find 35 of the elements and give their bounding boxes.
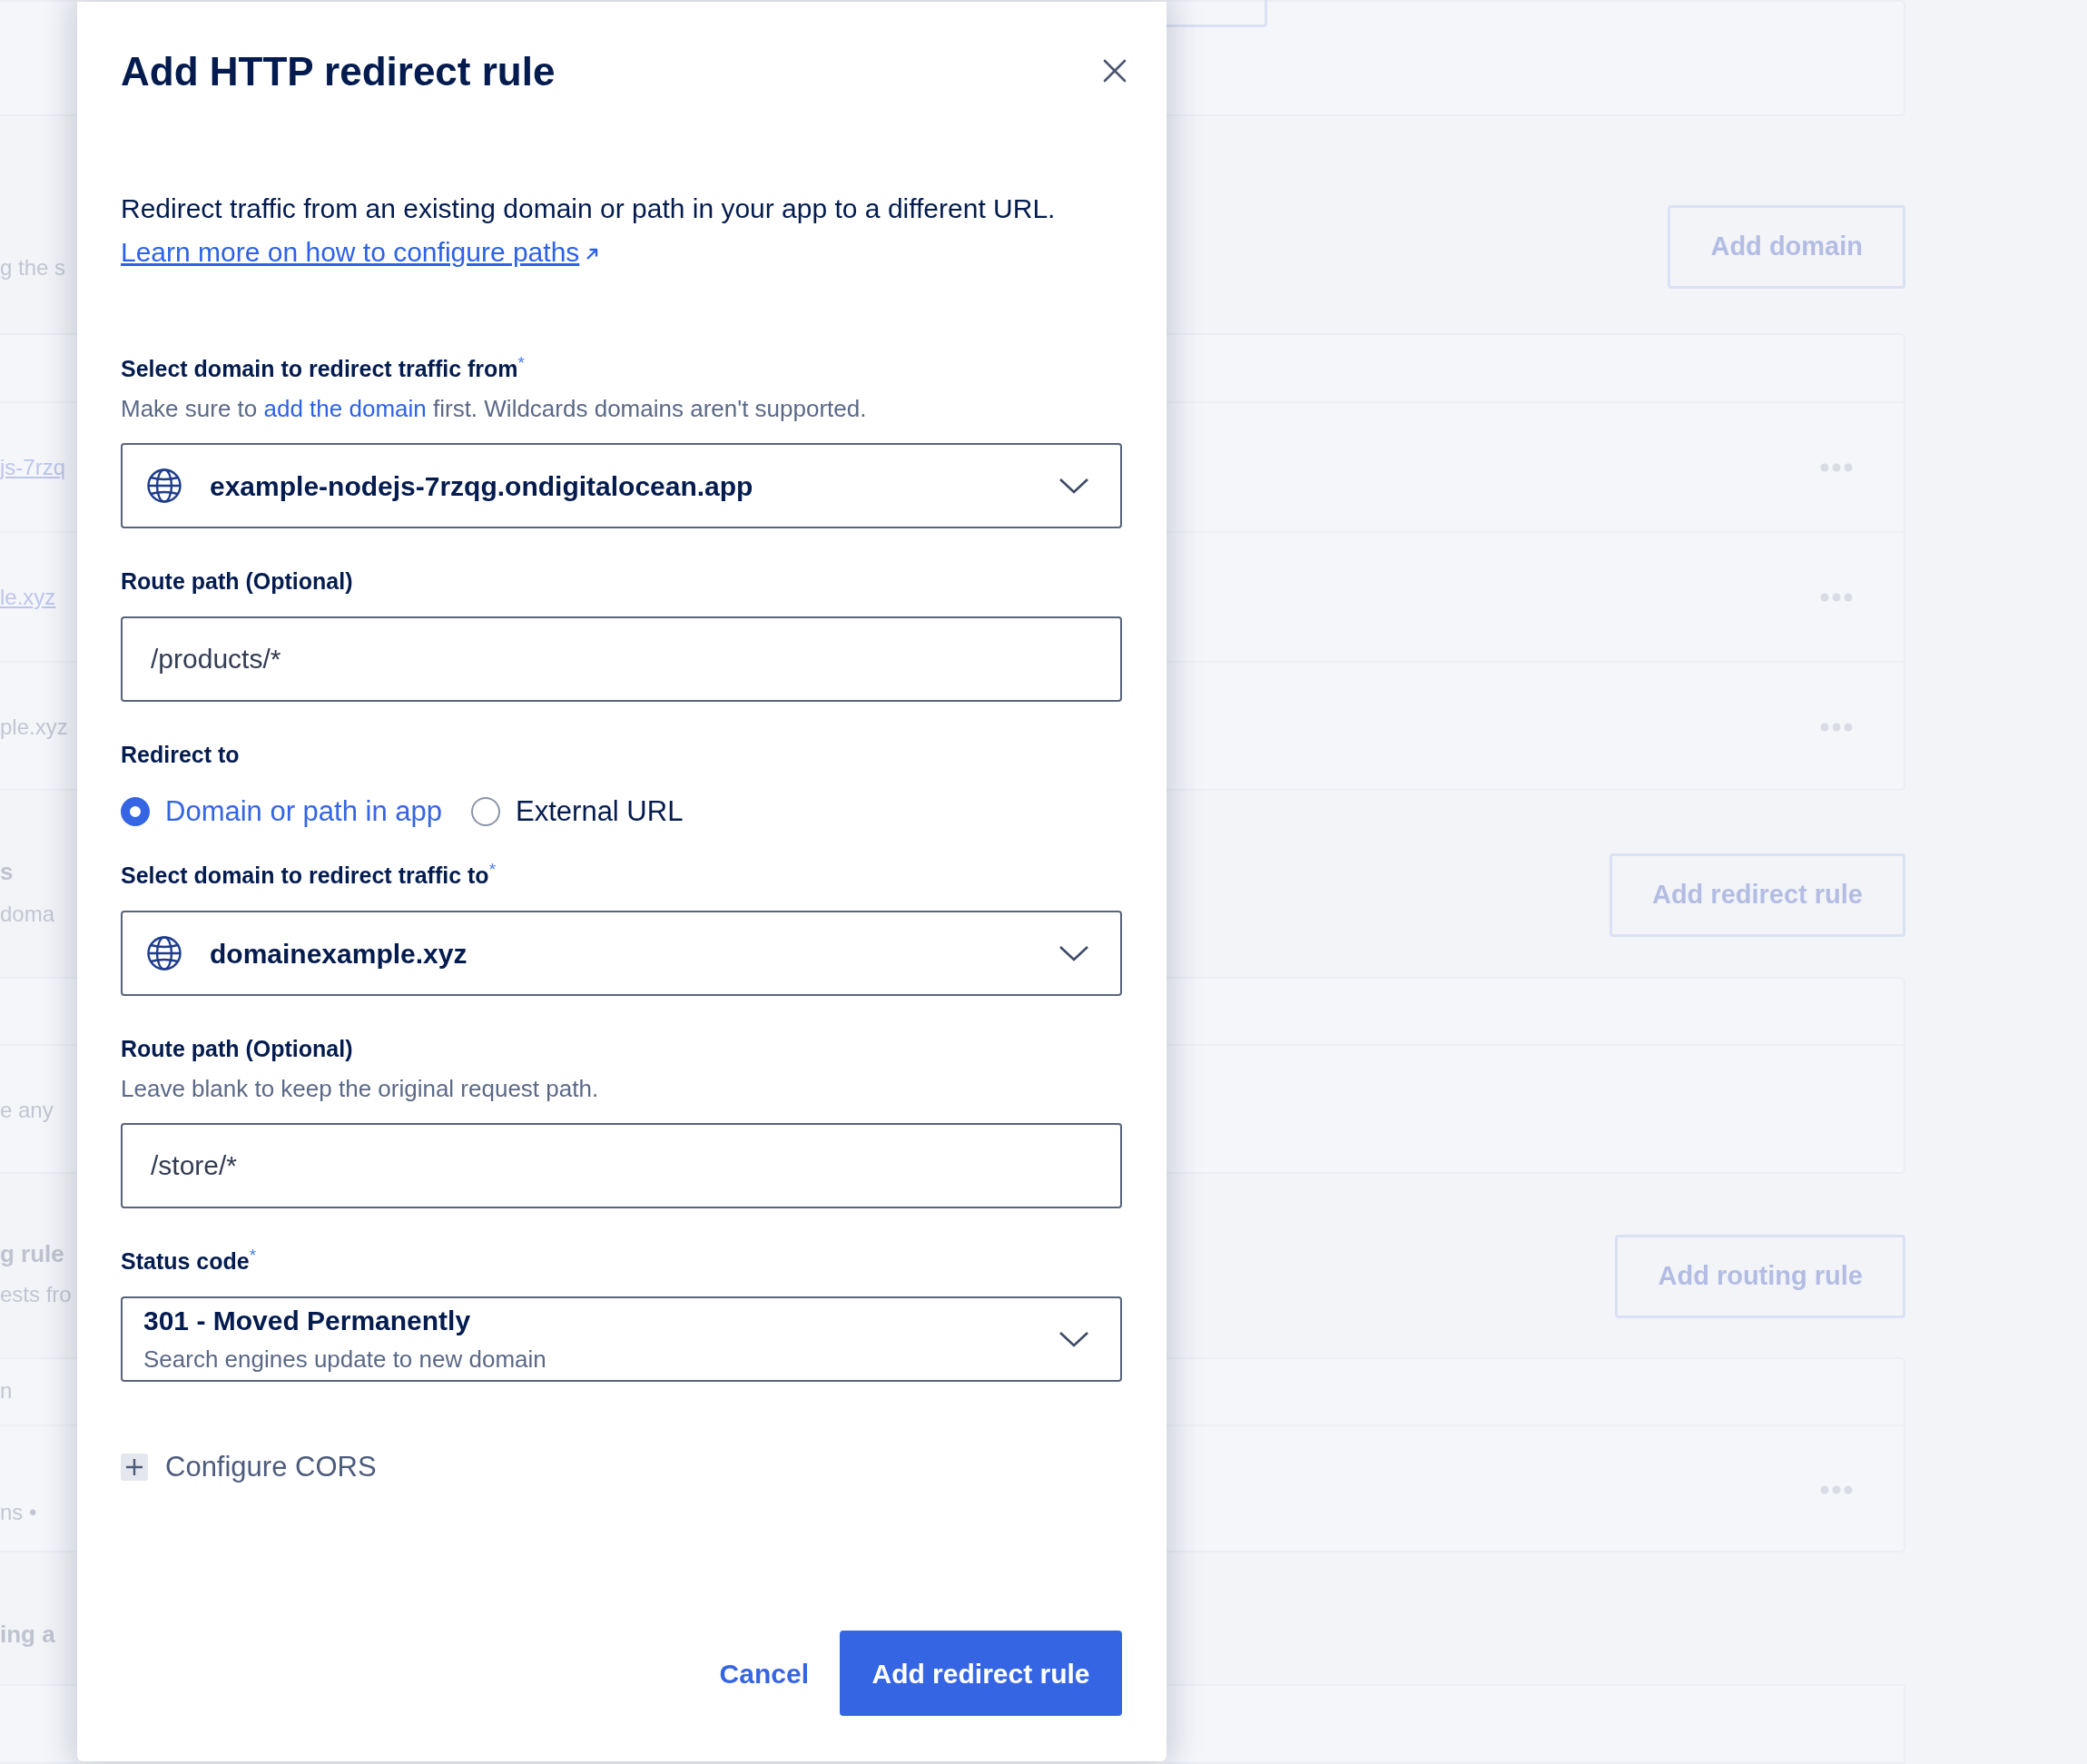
more-icon xyxy=(1820,462,1853,472)
path-input[interactable]: /products/* xyxy=(121,616,1122,702)
configure-cors-toggle[interactable]: Configure CORS xyxy=(121,1449,377,1485)
dialog-title: Add HTTP redirect rule xyxy=(121,49,556,94)
domain-dropdown[interactable]: example-nodejs-7rzqg.ondigitalocean.app xyxy=(121,443,1122,528)
submit-button[interactable]: Add redirect rule xyxy=(840,1631,1122,1716)
field-label: Status code$^{*}$ xyxy=(121,1247,258,1276)
field-label: Route path (Optional) xyxy=(121,567,354,596)
cancel-button[interactable]: Cancel xyxy=(701,1631,827,1716)
radio-button[interactable] xyxy=(471,797,501,826)
field-label: Redirect to xyxy=(121,741,241,769)
field-label: Route path (Optional) xyxy=(121,1035,354,1063)
arrow-up-right-icon xyxy=(585,247,600,261)
chevron-down-icon xyxy=(1058,1331,1089,1347)
globe-icon xyxy=(146,468,182,504)
more-icon xyxy=(1820,722,1853,732)
more-icon xyxy=(1820,1484,1853,1494)
radio-label[interactable]: External URL xyxy=(516,793,684,830)
status-code-dropdown[interactable]: 301 - Moved Permanently Search engines update to new domain xyxy=(121,1296,1122,1382)
radio-button[interactable] xyxy=(121,797,150,826)
field-label: Select domain to redirect traffic to$^{*}$ xyxy=(121,861,497,890)
field-label: Select domain to redirect traffic from$^{*}$ xyxy=(121,354,526,383)
description-text: Redirect traffic from an existing domain or path in your app to a different URL. xyxy=(121,192,1057,225)
chevron-down-icon xyxy=(1058,478,1089,494)
path-input[interactable]: /store/* xyxy=(121,1123,1122,1208)
more-icon xyxy=(1820,592,1853,602)
close-icon xyxy=(1103,59,1127,83)
domain-dropdown[interactable]: domainexample.xyz xyxy=(121,911,1122,996)
help-text: Leave blank to keep the original request path. xyxy=(121,1074,600,1104)
help-text: Make sure to add the domain first. Wildcards domains aren't supported. xyxy=(121,394,868,424)
help-link[interactable]: Learn more on how to configure paths xyxy=(121,234,600,271)
chevron-down-icon xyxy=(1058,945,1089,961)
radio-label[interactable]: Domain or path in app xyxy=(165,793,443,830)
globe-icon xyxy=(146,935,182,971)
inline-link[interactable]: add the domain xyxy=(263,395,427,422)
